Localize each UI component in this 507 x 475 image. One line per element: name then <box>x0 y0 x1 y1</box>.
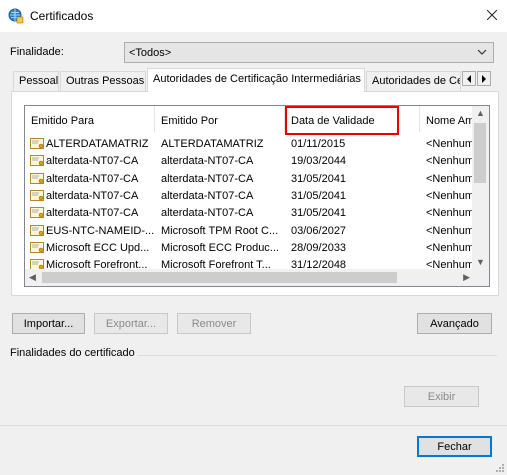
column-header-issued-to[interactable]: Emitido Para <box>25 106 155 132</box>
list-item[interactable]: alterdata-NT07-CA alterdata-NT07-CA 31/05/… <box>25 205 475 222</box>
cell-issued-to: ALTERDATAMATRIZ <box>46 138 149 150</box>
import-button[interactable]: Importar... <box>12 313 85 334</box>
cell-issued-to: Microsoft ECC Upd... <box>46 241 150 254</box>
cell-friendly-name: <Nenhum> <box>426 207 474 220</box>
cell-issued-by: ALTERDATAMATRIZ <box>161 138 264 150</box>
tab-pessoal[interactable]: Pessoal <box>13 71 59 91</box>
column-header-friendly-name[interactable]: Nome Amigável <box>420 106 480 132</box>
button-label: Exportar... <box>105 317 157 330</box>
tab-label: Autoridades de Certificação Intermediári… <box>153 73 361 85</box>
tab-scroll-left-button[interactable] <box>462 71 476 86</box>
list-item[interactable]: Microsoft ECC Upd... Microsoft ECC Produc… <box>25 240 475 257</box>
column-header-label: Emitido Para <box>31 115 94 127</box>
arrow-right-icon <box>482 74 486 83</box>
tab-label: Pessoal <box>19 75 59 87</box>
scroll-up-icon[interactable]: ▲ <box>476 108 485 118</box>
list-item[interactable]: EUS-NTC-NAMEID-... Microsoft TPM Root C..… <box>25 223 475 240</box>
footer-divider <box>0 425 507 426</box>
certificates-dialog: Certificados Finalidade: <Todos> Pessoal… <box>0 0 507 475</box>
tab-intermediate-cas[interactable]: Autoridades de Certificação Intermediári… <box>147 68 365 92</box>
cell-issued-to: EUS-NTC-NAMEID-... <box>46 224 154 237</box>
chevron-down-icon <box>477 49 487 55</box>
list-item[interactable]: alterdata-NT07-CA alterdata-NT07-CA 19/03/… <box>25 153 475 170</box>
list-item[interactable]: alterdata-NT07-CA alterdata-NT07-CA 31/05/… <box>25 171 475 188</box>
arrow-left-icon <box>467 74 471 83</box>
scroll-down-icon[interactable]: ▼ <box>476 257 485 267</box>
export-button[interactable]: Exportar... <box>94 313 168 334</box>
certificate-list[interactable]: Emitido Para Emitido Por Data de Validad… <box>24 105 490 287</box>
window-title: Certificados <box>30 9 94 23</box>
certificate-icon <box>30 155 44 167</box>
cell-issued-by: alterdata-NT07-CA <box>161 207 254 220</box>
cell-issued-by: alterdata-NT07-CA <box>161 189 254 202</box>
horizontal-scrollbar[interactable]: ◀ ▶ <box>25 269 474 286</box>
cell-expiration: 03/06/2027 <box>291 224 347 237</box>
certificate-icon <box>30 224 44 236</box>
view-button[interactable]: Exibir <box>404 386 479 407</box>
cell-issued-by: alterdata-NT07-CA <box>161 172 254 185</box>
cell-issued-by: Microsoft TPM Root C... <box>161 224 279 237</box>
close-icon <box>487 10 497 20</box>
cell-expiration: 31/05/2041 <box>291 189 347 202</box>
vertical-scrollbar[interactable]: ▲ ▼ <box>472 106 489 269</box>
cell-friendly-name: <Nenhum> <box>426 224 474 237</box>
certificate-icon <box>30 207 44 219</box>
tab-root-cas[interactable]: Autoridades de Certificação Raiz Confiáv… <box>366 71 461 91</box>
cell-friendly-name: <Nenhum> <box>426 138 474 150</box>
column-highlight-box <box>285 106 399 135</box>
purpose-selected-value: <Todos> <box>129 46 172 59</box>
cell-friendly-name: <Nenhum> <box>426 172 474 185</box>
cell-friendly-name: <Nenhum> <box>426 189 474 202</box>
purpose-dropdown[interactable]: <Todos> <box>124 42 494 63</box>
tab-label: Outras Pessoas <box>66 75 145 87</box>
certificate-purposes-title: Finalidades do certificado <box>10 347 138 359</box>
vertical-scroll-thumb[interactable] <box>474 123 486 183</box>
advanced-button[interactable]: Avançado <box>417 313 492 334</box>
cell-issued-by: Microsoft ECC Produc... <box>161 241 279 254</box>
cell-friendly-name: <Nenhum> <box>426 155 474 168</box>
certificate-icon <box>30 138 44 149</box>
cell-issued-to: alterdata-NT07-CA <box>46 189 139 202</box>
certificate-icon <box>30 189 44 201</box>
cell-issued-by: alterdata-NT07-CA <box>161 155 254 168</box>
scroll-left-icon[interactable]: ◀ <box>29 272 36 283</box>
cell-expiration: 01/11/2015 <box>291 138 346 150</box>
cell-expiration: 19/03/2044 <box>291 155 347 168</box>
purpose-label: Finalidade: <box>10 46 64 58</box>
button-label: Importar... <box>23 317 74 330</box>
title-bar: Certificados <box>0 0 507 32</box>
cell-issued-to: alterdata-NT07-CA <box>46 207 139 220</box>
certificate-icon <box>30 172 44 184</box>
close-button[interactable]: Fechar <box>417 436 492 457</box>
button-label: Fechar <box>437 440 472 453</box>
list-header: Emitido Para Emitido Por Data de Validad… <box>25 106 489 132</box>
horizontal-scroll-thumb[interactable] <box>42 272 397 283</box>
cell-issued-to: alterdata-NT07-CA <box>46 172 139 185</box>
tab-scroll-right-button[interactable] <box>477 71 491 86</box>
list-item[interactable]: ALTERDATAMATRIZ ALTERDATAMATRIZ 01/11/2015… <box>25 136 475 153</box>
resize-grip-icon[interactable] <box>495 463 505 473</box>
button-label: Exibir <box>427 390 456 403</box>
cell-expiration: 31/05/2041 <box>291 207 347 220</box>
cell-expiration: 28/09/2033 <box>291 241 347 254</box>
column-header-issued-by[interactable]: Emitido Por <box>155 106 285 132</box>
tab-label: Autoridades de Certificação Raiz Confiáv… <box>372 75 460 87</box>
tab-panel: Emitido Para Emitido Por Data de Validad… <box>11 91 499 296</box>
cell-friendly-name: <Nenhum> <box>426 241 474 254</box>
window-close-button[interactable] <box>477 0 507 30</box>
column-header-label: Emitido Por <box>161 115 218 127</box>
tab-outras-pessoas[interactable]: Outras Pessoas <box>60 71 146 91</box>
scroll-right-icon[interactable]: ▶ <box>463 272 470 283</box>
certificate-globe-icon <box>8 8 24 24</box>
cell-issued-to: alterdata-NT07-CA <box>46 155 139 168</box>
button-label: Remover <box>191 317 237 330</box>
list-item[interactable]: alterdata-NT07-CA alterdata-NT07-CA 31/05/… <box>25 188 475 205</box>
remove-button[interactable]: Remover <box>177 313 251 334</box>
button-label: Avançado <box>430 317 479 330</box>
certificate-icon <box>30 241 44 253</box>
scrollbar-corner <box>472 269 489 286</box>
cell-expiration: 31/05/2041 <box>291 172 347 185</box>
